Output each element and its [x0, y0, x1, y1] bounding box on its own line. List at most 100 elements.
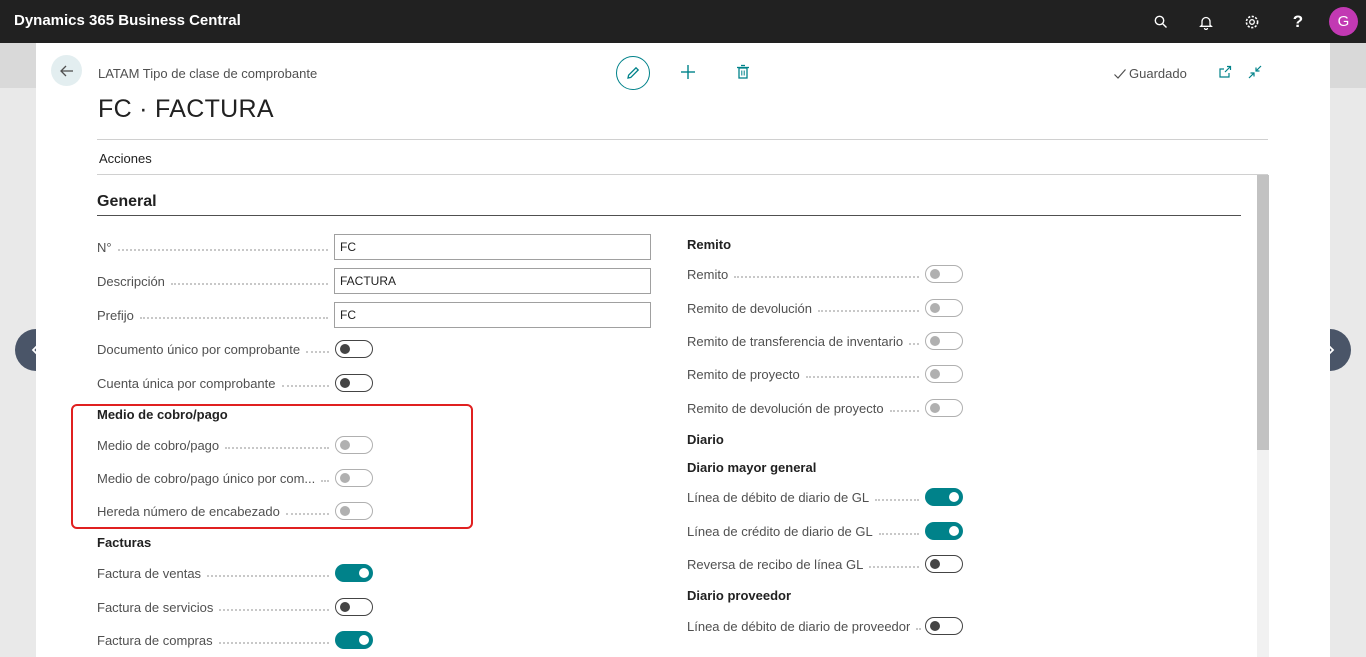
field-descripcion: Descripción FACTURA — [97, 268, 651, 294]
dotted-leader — [916, 628, 919, 630]
dotted-leader — [909, 343, 919, 345]
bell-icon[interactable] — [1193, 9, 1219, 35]
field-medio-unico: Medio de cobro/pago único por com... — [97, 467, 373, 489]
dotted-leader — [285, 513, 329, 515]
field-label: Medio de cobro/pago único por com... — [97, 470, 316, 486]
field-factura-servicios: Factura de servicios — [97, 596, 373, 618]
top-bar: Dynamics 365 Business Central ? G — [0, 0, 1366, 43]
field-label: Medio de cobro/pago — [97, 437, 220, 453]
field-label: Línea de débito de diario de GL — [687, 489, 870, 505]
saved-label: Guardado — [1129, 66, 1187, 81]
remito-devolucion-proyecto-toggle[interactable] — [925, 399, 963, 417]
dotted-leader — [321, 480, 329, 482]
delete-button[interactable] — [731, 60, 755, 84]
back-button[interactable] — [51, 55, 82, 86]
factura-servicios-toggle[interactable] — [335, 598, 373, 616]
field-label: N° — [97, 239, 112, 255]
field-remito-devolucion-proyecto: Remito de devolución de proyecto — [687, 397, 963, 419]
field-label: Reversa de recibo de línea GL — [687, 556, 864, 572]
collapse-icon — [1248, 65, 1262, 79]
gear-icon[interactable] — [1239, 9, 1265, 35]
dotted-leader — [117, 249, 328, 251]
no-input[interactable]: FC — [334, 234, 651, 260]
remito-proyecto-toggle[interactable] — [925, 365, 963, 383]
field-label: Factura de compras — [97, 632, 213, 648]
reversa-recibo-gl-toggle[interactable] — [925, 555, 963, 573]
field-hereda-numero: Hereda número de encabezado — [97, 500, 373, 522]
plus-icon — [681, 65, 695, 79]
factura-compras-toggle[interactable] — [335, 631, 373, 649]
search-icon[interactable] — [1148, 9, 1174, 35]
field-medio-cobro-pago: Medio de cobro/pago — [97, 434, 373, 456]
field-remito-proyecto: Remito de proyecto — [687, 363, 963, 385]
field-label: Factura de ventas — [97, 565, 202, 581]
field-cuenta-unica: Cuenta única por comprobante — [97, 372, 373, 394]
field-label: Factura de servicios — [97, 599, 214, 615]
app-title[interactable]: Dynamics 365 Business Central — [14, 12, 241, 29]
factura-ventas-toggle[interactable] — [335, 564, 373, 582]
field-label: Línea de crédito de diario de GL — [687, 523, 873, 539]
field-label: Remito de transferencia de inventario — [687, 333, 904, 349]
dotted-leader — [878, 533, 919, 535]
divider — [97, 139, 1268, 140]
remito-toggle[interactable] — [925, 265, 963, 283]
dotted-leader — [225, 447, 329, 449]
field-label: Remito de devolución de proyecto — [687, 400, 884, 416]
linea-credito-gl-toggle[interactable] — [925, 522, 963, 540]
dotted-leader — [139, 317, 328, 319]
cuenta-unica-toggle[interactable] — [335, 374, 373, 392]
actions-menu[interactable]: Acciones — [99, 151, 152, 166]
field-label: Documento único por comprobante — [97, 341, 301, 357]
medio-unico-toggle[interactable] — [335, 469, 373, 487]
group-diario-mayor-general: Diario mayor general — [687, 460, 817, 475]
field-label: Remito de devolución — [687, 300, 813, 316]
remito-transferencia-toggle[interactable] — [925, 332, 963, 350]
field-remito-transferencia: Remito de transferencia de inventario — [687, 330, 963, 352]
scrollbar-thumb[interactable] — [1257, 175, 1269, 450]
dotted-leader — [875, 499, 919, 501]
group-diario: Diario — [687, 432, 724, 447]
trash-icon — [737, 64, 749, 79]
documento-unico-toggle[interactable] — [335, 340, 373, 358]
dotted-leader — [805, 376, 919, 378]
remito-devolucion-toggle[interactable] — [925, 299, 963, 317]
field-label: Remito — [687, 266, 729, 282]
pencil-icon — [627, 66, 640, 79]
dotted-leader — [889, 410, 919, 412]
open-new-window-button[interactable] — [1213, 60, 1237, 84]
field-linea-debito-gl: Línea de débito de diario de GL — [687, 486, 963, 508]
field-remito-devolucion: Remito de devolución — [687, 297, 963, 319]
dotted-leader — [170, 283, 328, 285]
dotted-leader — [218, 642, 329, 644]
field-label: Remito de proyecto — [687, 366, 800, 382]
new-button[interactable] — [676, 60, 700, 84]
field-label: Cuenta única por comprobante — [97, 375, 276, 391]
page-title: FC · FACTURA — [98, 95, 274, 123]
checkmark-icon — [1114, 68, 1126, 79]
help-icon[interactable]: ? — [1285, 9, 1311, 35]
field-label: Descripción — [97, 273, 165, 289]
group-diario-proveedor: Diario proveedor — [687, 588, 792, 603]
breadcrumb: LATAM Tipo de clase de comprobante — [98, 66, 318, 81]
field-no: N° FC — [97, 234, 651, 260]
group-facturas: Facturas — [97, 535, 152, 550]
saved-status: Guardado — [1113, 66, 1187, 81]
medio-cobro-pago-toggle[interactable] — [335, 436, 373, 454]
section-divider — [97, 215, 1241, 216]
avatar[interactable]: G — [1329, 7, 1358, 36]
section-general-title[interactable]: General — [97, 193, 157, 211]
field-remito: Remito — [687, 263, 963, 285]
prefijo-input[interactable]: FC — [334, 302, 651, 328]
dotted-leader — [818, 310, 919, 312]
open-in-new-icon — [1219, 65, 1232, 78]
linea-debito-proveedor-toggle[interactable] — [925, 617, 963, 635]
hereda-numero-toggle[interactable] — [335, 502, 373, 520]
dotted-leader — [734, 276, 919, 278]
descripcion-input[interactable]: FACTURA — [334, 268, 651, 294]
linea-debito-gl-toggle[interactable] — [925, 488, 963, 506]
collapse-button[interactable] — [1243, 60, 1267, 84]
edit-button[interactable] — [616, 56, 650, 90]
record-card: LATAM Tipo de clase de comprobante FC · … — [36, 43, 1330, 657]
field-factura-compras: Factura de compras — [97, 629, 373, 651]
field-linea-credito-gl: Línea de crédito de diario de GL — [687, 520, 963, 542]
